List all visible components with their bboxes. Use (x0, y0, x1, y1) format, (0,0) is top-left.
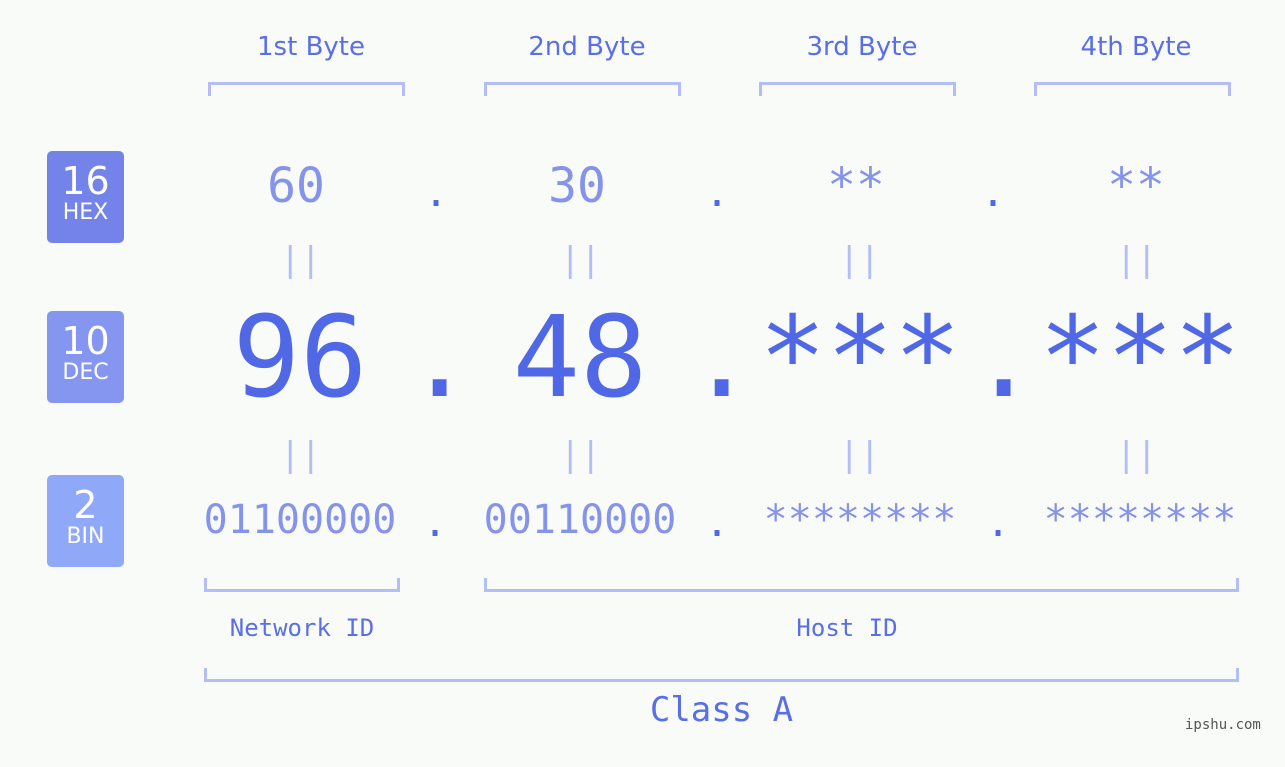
dec-badge: 10 DEC (47, 311, 124, 403)
bin-byte-2: 00110000 (483, 497, 677, 543)
class-bracket (204, 668, 1239, 682)
equals-dec-bin-1: || (280, 435, 321, 475)
hex-dot-1: . (424, 170, 449, 216)
hex-byte-1: 60 (267, 158, 325, 214)
byte-bracket-4 (1034, 82, 1231, 96)
dec-dot-1: . (406, 293, 474, 423)
byte-header-2: 2nd Byte (528, 32, 646, 62)
dec-byte-2: 48 (512, 293, 648, 423)
bin-badge: 2 BIN (47, 475, 124, 567)
dec-dot-3: . (970, 293, 1038, 423)
hex-badge-label: HEX (62, 200, 109, 225)
bin-badge-number: 2 (73, 483, 98, 527)
hex-dot-2: . (705, 170, 730, 216)
bin-byte-1: 01100000 (203, 497, 397, 543)
equals-hex-dec-4: || (1116, 240, 1157, 280)
bin-badge-label: BIN (66, 524, 105, 549)
network-id-bracket (204, 578, 400, 592)
dec-byte-3: *** (758, 293, 962, 423)
byte-bracket-2 (484, 82, 681, 96)
class-label: Class A (649, 690, 794, 730)
dec-byte-1: 96 (232, 293, 368, 423)
host-id-bracket (484, 578, 1239, 592)
bin-byte-4: ******** (1043, 497, 1237, 543)
hex-dot-3: . (981, 170, 1006, 216)
network-id-label: Network ID (229, 614, 375, 642)
host-id-label: Host ID (796, 614, 898, 642)
watermark: ipshu.com (1185, 717, 1261, 733)
hex-byte-4: ** (1107, 158, 1165, 214)
bin-dot-3: . (986, 500, 1011, 546)
bin-byte-3: ******** (763, 497, 957, 543)
equals-hex-dec-1: || (280, 240, 321, 280)
dec-badge-number: 10 (61, 319, 110, 363)
byte-bracket-1 (208, 82, 405, 96)
byte-bracket-3 (759, 82, 956, 96)
equals-dec-bin-3: || (839, 435, 880, 475)
equals-hex-dec-2: || (560, 240, 601, 280)
byte-header-1: 1st Byte (257, 32, 365, 62)
equals-dec-bin-2: || (560, 435, 601, 475)
equals-hex-dec-3: || (839, 240, 880, 280)
dec-byte-4: *** (1038, 293, 1242, 423)
dec-dot-2: . (688, 293, 756, 423)
byte-header-3: 3rd Byte (806, 32, 918, 62)
hex-byte-2: 30 (548, 158, 606, 214)
hex-badge: 16 HEX (47, 151, 124, 243)
byte-header-4: 4th Byte (1080, 32, 1192, 62)
bin-dot-2: . (705, 500, 730, 546)
hex-badge-number: 16 (61, 159, 110, 203)
dec-badge-label: DEC (62, 360, 109, 385)
bin-dot-1: . (423, 500, 448, 546)
hex-byte-3: ** (827, 158, 885, 214)
equals-dec-bin-4: || (1116, 435, 1157, 475)
